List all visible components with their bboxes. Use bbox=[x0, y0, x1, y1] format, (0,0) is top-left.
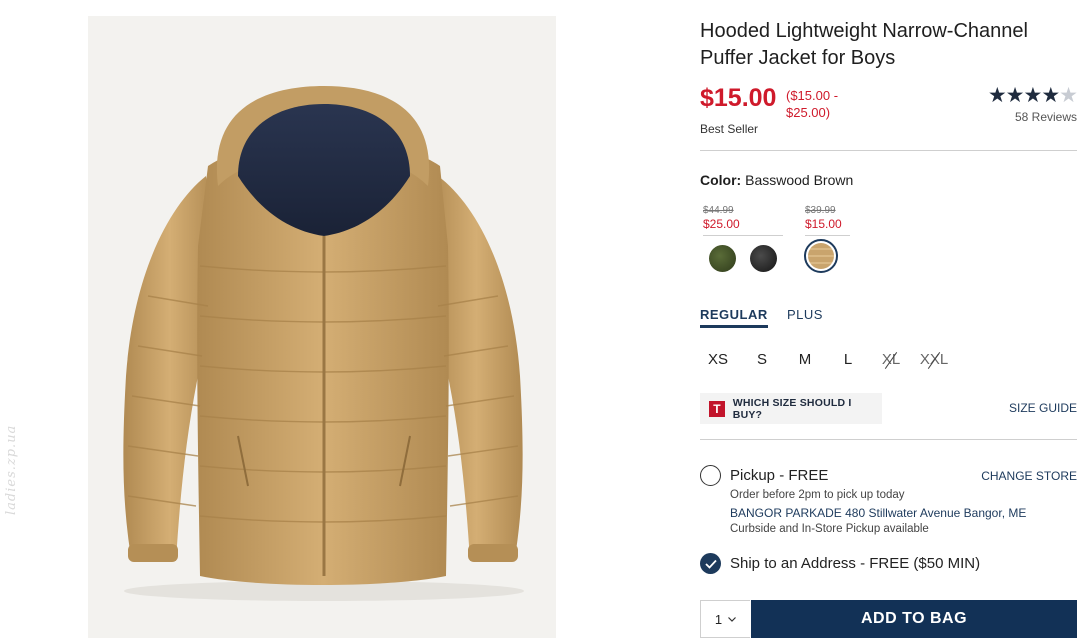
ship-label: Ship to an Address - FREE ($50 MIN) bbox=[730, 555, 981, 572]
product-title: Hooded Lightweight Narrow-Channel Puffer… bbox=[700, 20, 1028, 69]
product-image[interactable] bbox=[88, 16, 556, 638]
pickup-radio[interactable] bbox=[700, 465, 721, 486]
product-page: ladies.zp.ua Hooded Lightweight Narrow-C… bbox=[0, 0, 1079, 638]
color-label: Color: bbox=[700, 172, 742, 188]
size-guide-link[interactable]: SIZE GUIDE bbox=[1009, 401, 1077, 415]
sale-price: $15.00 bbox=[700, 84, 777, 112]
watermark: ladies.zp.ua bbox=[4, 424, 19, 515]
size-xxl-unavailable[interactable]: XXL bbox=[918, 351, 950, 368]
jacket-illustration bbox=[123, 86, 524, 601]
tab-plus[interactable]: PLUS bbox=[787, 307, 823, 322]
divider bbox=[700, 150, 1077, 151]
quantity-value: 1 bbox=[714, 611, 723, 627]
star-rating-icon: ★★★★★ bbox=[987, 84, 1078, 107]
swatch-olive-green[interactable] bbox=[709, 245, 736, 272]
swatch-group-sale-25: $44.99 $25.00 bbox=[703, 205, 783, 236]
sale-price-group: $25.00 bbox=[703, 217, 740, 231]
group-rule bbox=[805, 235, 850, 236]
group-rule bbox=[703, 235, 783, 236]
rating[interactable]: ★★★★★ 58 Reviews bbox=[987, 84, 1078, 124]
divider bbox=[700, 439, 1077, 440]
color-value: Basswood Brown bbox=[745, 172, 854, 188]
sale-price-group: $15.00 bbox=[805, 217, 842, 231]
product-details: Hooded Lightweight Narrow-Channel Puffer… bbox=[700, 0, 1078, 638]
pickup-label: Pickup - FREE bbox=[730, 467, 829, 484]
pickup-availability: Curbside and In-Store Pickup available bbox=[730, 523, 929, 535]
add-to-bag-button[interactable]: ADD TO BAG bbox=[751, 600, 1077, 638]
original-price: $39.99 bbox=[805, 205, 836, 216]
chevron-down-icon bbox=[728, 616, 737, 622]
tab-regular[interactable]: REGULAR bbox=[700, 307, 768, 328]
best-seller-badge: Best Seller bbox=[700, 122, 759, 136]
checkmark-icon bbox=[704, 559, 717, 569]
quantity-select[interactable]: 1 bbox=[700, 600, 750, 638]
reviews-link[interactable]: 58 Reviews bbox=[988, 110, 1077, 124]
size-l[interactable]: L bbox=[832, 351, 864, 368]
size-xl-unavailable[interactable]: XL bbox=[875, 351, 907, 368]
swatch-group-sale-15: $39.99 $15.00 bbox=[805, 205, 850, 236]
change-store-link[interactable]: CHANGE STORE bbox=[981, 469, 1077, 483]
swatch-basswood-brown-selected[interactable] bbox=[804, 239, 838, 273]
pickup-cutoff-note: Order before 2pm to pick up today bbox=[730, 489, 905, 501]
size-advice-button[interactable]: T WHICH SIZE SHOULD I BUY? bbox=[700, 393, 882, 424]
ship-radio-checked[interactable] bbox=[700, 553, 721, 574]
pickup-store-link[interactable]: BANGOR PARKADE 480 Stillwater Avenue Ban… bbox=[730, 506, 1026, 520]
size-s[interactable]: S bbox=[746, 351, 778, 368]
swatch-basswood-brown bbox=[808, 243, 834, 269]
price-range: ($15.00 - $25.00) bbox=[786, 88, 839, 120]
size-xs[interactable]: XS bbox=[702, 351, 734, 368]
original-price: $44.99 bbox=[703, 205, 734, 216]
half-star-icon: ★ bbox=[1059, 84, 1078, 107]
true-fit-icon: T bbox=[709, 400, 725, 417]
color-selected: Color: Basswood Brown bbox=[700, 172, 853, 188]
size-advice-label: WHICH SIZE SHOULD I BUY? bbox=[732, 396, 852, 421]
swatch-black[interactable] bbox=[750, 245, 777, 272]
size-m[interactable]: M bbox=[789, 351, 821, 368]
